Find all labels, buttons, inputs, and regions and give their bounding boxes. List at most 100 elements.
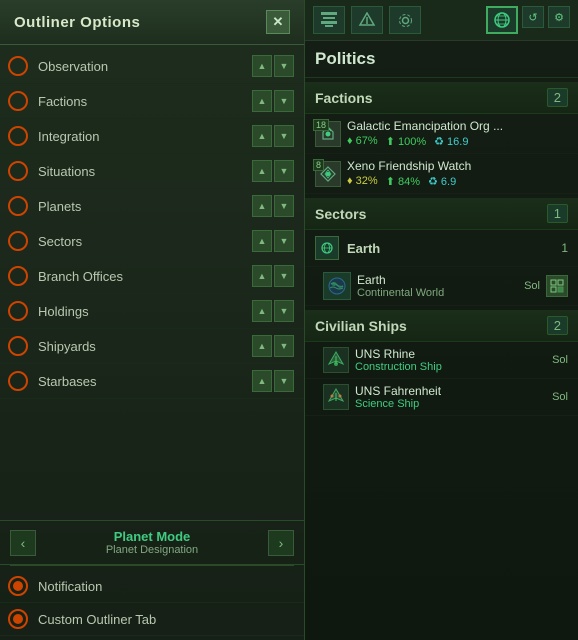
list-item[interactable]: Observation ▲ ▼ — [0, 49, 304, 84]
arrow-up[interactable]: ▲ — [252, 230, 272, 252]
sectors-count: 1 — [547, 204, 568, 223]
planet-designation: Planet Designation — [42, 544, 262, 556]
list-item[interactable]: Integration ▲ ▼ — [0, 119, 304, 154]
close-button[interactable]: ✕ — [266, 10, 290, 34]
right-content: Factions 2 18 Galactic Emancipation Org … — [305, 78, 578, 640]
left-panel: Outliner Options ✕ Observation ▲ ▼ Facti… — [0, 0, 305, 640]
ship-info-fahrenheit: UNS Fahrenheit Science Ship — [355, 384, 546, 410]
ship-item-rhine[interactable]: UNS Rhine Construction Ship Sol — [305, 342, 578, 379]
right-top-bar: ↺ ⚙ — [305, 0, 578, 41]
toggle-holdings[interactable] — [8, 301, 28, 321]
outliner-list: Observation ▲ ▼ Factions ▲ ▼ Integration… — [0, 45, 304, 520]
arrow-up[interactable]: ▲ — [252, 335, 272, 357]
arrows-observation: ▲ ▼ — [252, 55, 294, 77]
item-label-holdings: Holdings — [38, 304, 252, 319]
arrow-down[interactable]: ▼ — [274, 125, 294, 147]
politics-header: Politics — [305, 41, 578, 78]
planet-info-earth: Earth Continental World — [357, 273, 518, 299]
list-item[interactable]: Sectors ▲ ▼ — [0, 224, 304, 259]
faction-name-2: Xeno Friendship Watch — [347, 159, 568, 173]
ship-info-rhine: UNS Rhine Construction Ship — [355, 347, 546, 373]
ship-icon-button[interactable] — [351, 6, 383, 34]
arrows-sectors: ▲ ▼ — [252, 230, 294, 252]
arrows-situations: ▲ ▼ — [252, 160, 294, 182]
arrow-up[interactable]: ▲ — [252, 265, 272, 287]
arrow-down[interactable]: ▼ — [274, 335, 294, 357]
toggle-sectors[interactable] — [8, 231, 28, 251]
sector-icon-earth — [315, 236, 339, 260]
planet-action-earth[interactable] — [546, 275, 568, 297]
arrow-down[interactable]: ▼ — [274, 90, 294, 112]
refresh-button[interactable]: ↺ — [522, 6, 544, 28]
list-item[interactable]: Starbases ▲ ▼ — [0, 364, 304, 399]
arrow-down[interactable]: ▼ — [274, 300, 294, 322]
civilian-ships-count: 2 — [547, 316, 568, 335]
outliner-title: Outliner Options — [14, 14, 140, 31]
item-label-shipyards: Shipyards — [38, 339, 252, 354]
toggle-starbases[interactable] — [8, 371, 28, 391]
faction-item-1[interactable]: 18 Galactic Emancipation Org ... ♦ 67% ⬆… — [305, 114, 578, 154]
toggle-situations[interactable] — [8, 161, 28, 181]
list-item[interactable]: Factions ▲ ▼ — [0, 84, 304, 119]
ship-icon-fahrenheit — [323, 384, 349, 410]
list-item[interactable]: Situations ▲ ▼ — [0, 154, 304, 189]
item-label-starbases: Starbases — [38, 374, 252, 389]
toggle-factions[interactable] — [8, 91, 28, 111]
planet-item-earth[interactable]: Earth Continental World Sol — [305, 267, 578, 306]
arrow-down[interactable]: ▼ — [274, 230, 294, 252]
toggle-observation[interactable] — [8, 56, 28, 76]
arrow-up[interactable]: ▲ — [252, 55, 272, 77]
faction-item-2[interactable]: 8 Xeno Friendship Watch ♦ 32% ⬆ 84% ♻ 6.… — [305, 154, 578, 194]
faction-stat-influence-2: ♻ 6.9 — [428, 175, 456, 188]
item-label-factions: Factions — [38, 94, 252, 109]
arrow-up[interactable]: ▲ — [252, 195, 272, 217]
planet-mode-label: Planet Mode — [42, 529, 262, 544]
ship-item-fahrenheit[interactable]: UNS Fahrenheit Science Ship Sol — [305, 379, 578, 416]
toggle-custom-tab[interactable] — [8, 609, 28, 629]
arrow-down[interactable]: ▼ — [274, 370, 294, 392]
arrow-up[interactable]: ▲ — [252, 125, 272, 147]
list-item[interactable]: Shipyards ▲ ▼ — [0, 329, 304, 364]
item-label-observation: Observation — [38, 59, 252, 74]
ship-type-fahrenheit: Science Ship — [355, 398, 546, 410]
arrow-down[interactable]: ▼ — [274, 265, 294, 287]
toggle-shipyards[interactable] — [8, 336, 28, 356]
faction-stat-support: ⬆ 100% — [386, 135, 426, 148]
toggle-integration[interactable] — [8, 126, 28, 146]
right-panel: ↺ ⚙ Politics Factions 2 18 Galactic Eman… — [305, 0, 578, 640]
arrow-up[interactable]: ▲ — [252, 300, 272, 322]
list-item[interactable]: Planets ▲ ▼ — [0, 189, 304, 224]
arrow-down[interactable]: ▼ — [274, 195, 294, 217]
item-label-planets: Planets — [38, 199, 252, 214]
factions-count: 2 — [547, 88, 568, 107]
civilian-ships-section-header[interactable]: Civilian Ships 2 — [305, 310, 578, 342]
arrow-up[interactable]: ▲ — [252, 370, 272, 392]
toggle-notification[interactable] — [8, 576, 28, 596]
planet-mode-prev[interactable]: ‹ — [10, 530, 36, 556]
bottom-items: Notification Custom Outliner Tab — [0, 566, 304, 640]
sectors-section-header[interactable]: Sectors 1 — [305, 198, 578, 230]
list-item-custom-tab[interactable]: Custom Outliner Tab — [0, 603, 304, 636]
settings-button[interactable]: ⚙ — [548, 6, 570, 28]
item-label-custom-tab: Custom Outliner Tab — [38, 612, 294, 627]
column-icon-button[interactable] — [313, 6, 345, 34]
toggle-planets[interactable] — [8, 196, 28, 216]
toggle-branch-offices[interactable] — [8, 266, 28, 286]
factions-section-header[interactable]: Factions 2 — [305, 82, 578, 114]
globe-icon-button[interactable] — [486, 6, 518, 34]
arrow-up[interactable]: ▲ — [252, 90, 272, 112]
gear-icon-button[interactable] — [389, 6, 421, 34]
arrows-factions: ▲ ▼ — [252, 90, 294, 112]
list-item[interactable]: Holdings ▲ ▼ — [0, 294, 304, 329]
arrow-up[interactable]: ▲ — [252, 160, 272, 182]
planet-mode-next[interactable]: › — [268, 530, 294, 556]
faction-name-1: Galactic Emancipation Org ... — [347, 119, 568, 133]
faction-stat-influence: ♻ 16.9 — [434, 135, 468, 148]
list-item-notification[interactable]: Notification — [0, 570, 304, 603]
sector-item-earth[interactable]: Earth 1 — [305, 230, 578, 267]
arrow-down[interactable]: ▼ — [274, 55, 294, 77]
sectors-label: Sectors — [315, 206, 547, 222]
faction-num-1: 18 — [313, 119, 329, 131]
list-item[interactable]: Branch Offices ▲ ▼ — [0, 259, 304, 294]
arrow-down[interactable]: ▼ — [274, 160, 294, 182]
